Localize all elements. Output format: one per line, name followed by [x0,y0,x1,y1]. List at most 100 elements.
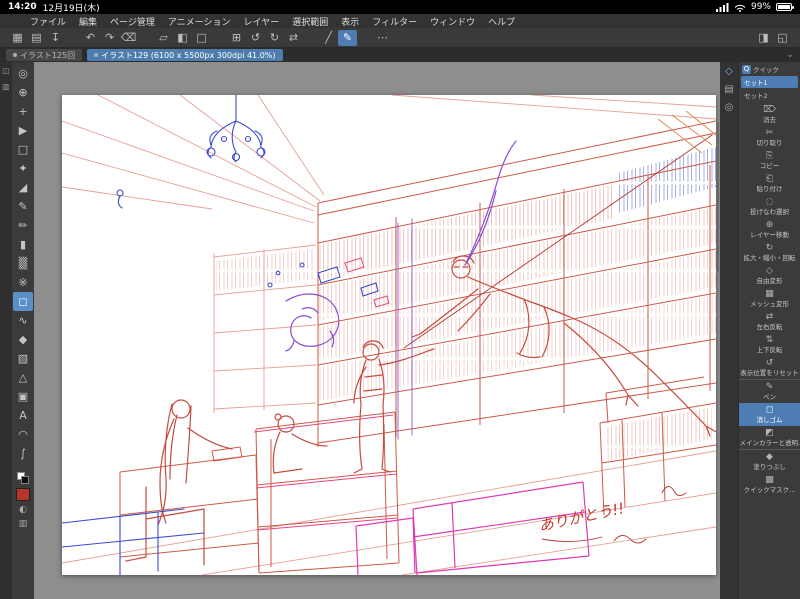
invert-selection-icon[interactable]: ◧ [173,30,192,46]
quick-access-sets: セット1 セット2 [739,76,800,103]
text-tool[interactable]: A [13,406,33,425]
canvas-page[interactable]: ありがとう!! [62,95,716,575]
color-set-icon[interactable]: ◐ [19,505,27,515]
menu-item[interactable]: レイヤー [244,15,280,28]
quick-item-quick-mask[interactable]: ▩ クイックマスク... [739,473,800,496]
airbrush-tool[interactable]: ▒ [13,254,33,273]
quick-item-paste[interactable]: ⎗ 貼り付け [739,172,800,195]
tab-list-chevron-down-icon[interactable]: ⌄ [786,50,794,60]
pencil-tool[interactable]: ✏ [13,216,33,235]
ipad-status-bar: 14:20 12月19日(木) 99% [0,0,800,14]
canvas-area[interactable]: ありがとう!! [34,62,720,599]
quick-item-main-color-transparent[interactable]: ◩ メインカラーと透明... [739,426,800,449]
straight-line-icon[interactable]: ╱ [319,30,338,46]
menu-item[interactable]: 編集 [79,15,97,28]
quick-item-flip-vertical[interactable]: ⇅ 上下反転 [739,333,800,356]
quick-item-copy[interactable]: ⎘ コピー [739,149,800,172]
quick-item-label: メッシュ変形 [750,300,789,308]
quick-access-icon: Q [742,64,751,74]
balloon-tool[interactable]: ◠ [13,425,33,444]
line-correction-tool[interactable]: ∫ [13,444,33,463]
color-history-icon[interactable]: ▥ [19,519,28,529]
pen-mode-icon[interactable]: ✎ [338,29,357,46]
delete-icon[interactable]: ⌫ [119,30,138,46]
select-all-icon[interactable]: □ [192,30,211,46]
quick-item-icon: ◇ [766,266,773,276]
frame-border-tool[interactable]: ▣ [13,387,33,406]
tool-list: ◎ ⊕ + ▶ □ ✦ ◢ ✎ ✏ ▮ ▒ ※ ◻ ∿ ◆ ▧ △ ▣ A ◠ ∫ [13,64,33,463]
quick-item-eraser[interactable]: ◻ 消しゴム [739,403,800,426]
canvas-scrollbar[interactable] [716,122,719,272]
tab-illustration-129[interactable]: イラスト129 (6100 x 5500px 300dpi 41.0%) [87,49,283,61]
fullscreen-icon[interactable]: ◱ [773,30,792,46]
redo-icon[interactable]: ↷ [100,30,119,46]
menu-bar: ファイル 編集 ページ管理 アニメーション レイヤー 選択範囲 表示 フィルター ウィンドウ ヘル… [0,14,800,28]
brush-tool[interactable]: ▮ [13,235,33,254]
quick-item-cut[interactable]: ✂ 切り取り [739,126,800,149]
undo-icon[interactable]: ↶ [81,30,100,46]
menu-item[interactable]: フィルター [372,15,417,28]
page-manager-icon[interactable]: ▤ [27,30,46,46]
eyedropper-tool[interactable]: ◢ [13,178,33,197]
navigate-tool[interactable]: ◎ [13,64,33,83]
clip-studio-paint-window: 14:20 12月19日(木) 99% ファイル 編集 ページ管理 アニメーション レイ… [0,0,800,599]
quick-item-scale-rotate[interactable]: ↻ 拡大・縮小・回転 [739,241,800,264]
deselect-icon[interactable]: ▱ [154,30,173,46]
fit-screen-icon[interactable]: ⊞ [227,30,246,46]
main-color-swatch[interactable] [16,488,30,501]
quick-item-clear[interactable]: ⌦ 消去 [739,103,800,126]
workspace-grid-icon[interactable]: ▦ [8,30,27,46]
menu-item[interactable]: 表示 [341,15,359,28]
operation-tool[interactable]: ▶ [13,121,33,140]
selection-tool[interactable]: □ [13,140,33,159]
quick-set-button[interactable]: セット2 [741,89,798,101]
blend-tool[interactable]: ∿ [13,311,33,330]
menu-item[interactable]: 選択範囲 [292,15,328,28]
menu-item[interactable]: ページ管理 [110,15,155,28]
decoration-tool[interactable]: ※ [13,273,33,292]
toolbar-collapse-icon[interactable]: ◫ [2,66,10,75]
save-icon[interactable]: ↧ [46,30,65,46]
tool-bar: ◎ ⊕ + ▶ □ ✦ ◢ ✎ ✏ ▮ ▒ ※ ◻ ∿ ◆ ▧ △ ▣ A ◠ ∫ ◐ ▥ [12,62,34,599]
move-tool[interactable]: + [13,102,33,121]
quick-item-icon: ⇄ [765,312,774,322]
tab-illustration-125[interactable]: イラスト125回 [6,49,83,61]
navigator-dock-icon[interactable]: ◎ [725,102,734,113]
fill-tool[interactable]: ◆ [13,330,33,349]
pen-tool[interactable]: ✎ [13,197,33,216]
quick-item-label: クイックマスク... [743,486,796,494]
quick-item-icon: ⎘ [765,151,774,161]
quick-set-button[interactable]: セット1 [741,76,798,88]
quick-item-icon: ✂ [765,128,774,138]
quick-access-panel: Q クイック セット1 セット2 ⌦ 消去 ✂ 切り取り ⎘ コピー ⎗ 貼り付… [738,62,800,599]
palette-toggle-icon[interactable]: ◨ [754,30,773,46]
menu-item[interactable]: ヘルプ [488,15,515,28]
quick-item-lasso-select[interactable]: ◌ 投げなわ選択 [739,195,800,218]
auto-select-tool[interactable]: ✦ [13,159,33,178]
main-sub-color-icon[interactable] [16,472,30,484]
quick-item-icon: ◩ [765,428,774,438]
subtool-panel-icon[interactable]: ▥ [2,82,10,91]
quick-item-flip-horizontal[interactable]: ⇄ 左右反転 [739,310,800,333]
quick-access-dock-icon[interactable]: ◇ [725,66,733,77]
quick-item-label: 上下反転 [756,346,783,354]
material-dock-icon[interactable]: ▤ [724,84,733,95]
quick-item-free-transform[interactable]: ◇ 自由変形 [739,264,800,287]
menu-item[interactable]: ファイル [30,15,66,28]
workspace: ◫ ▥ ◎ ⊕ + ▶ □ ✦ ◢ ✎ ✏ ▮ ▒ ※ ◻ ∿ ◆ ▧ △ ▣ A ◠ ∫ ◐ ▥ [0,62,800,599]
quick-item-fill[interactable]: ◆ 塗りつぶし [739,449,800,473]
figure-tool[interactable]: △ [13,368,33,387]
quick-item-pen[interactable]: ✎ ペン [739,379,800,403]
menu-item[interactable]: ウィンドウ [430,15,475,28]
gradient-tool[interactable]: ▧ [13,349,33,368]
eraser-tool[interactable]: ◻ [13,292,33,311]
more-icon[interactable]: ⋯ [373,30,392,46]
menu-item[interactable]: アニメーション [168,15,231,28]
quick-item-reset-display[interactable]: ↺ 表示位置をリセット [739,356,800,379]
zoom-tool[interactable]: ⊕ [13,83,33,102]
quick-item-mesh-transform[interactable]: ▦ メッシュ変形 [739,287,800,310]
flip-horizontal-icon[interactable]: ⇄ [284,30,303,46]
rotate-cw-icon[interactable]: ↻ [265,30,284,46]
rotate-ccw-icon[interactable]: ↺ [246,30,265,46]
quick-item-move-layer[interactable]: ⊕ レイヤー移動 [739,218,800,241]
